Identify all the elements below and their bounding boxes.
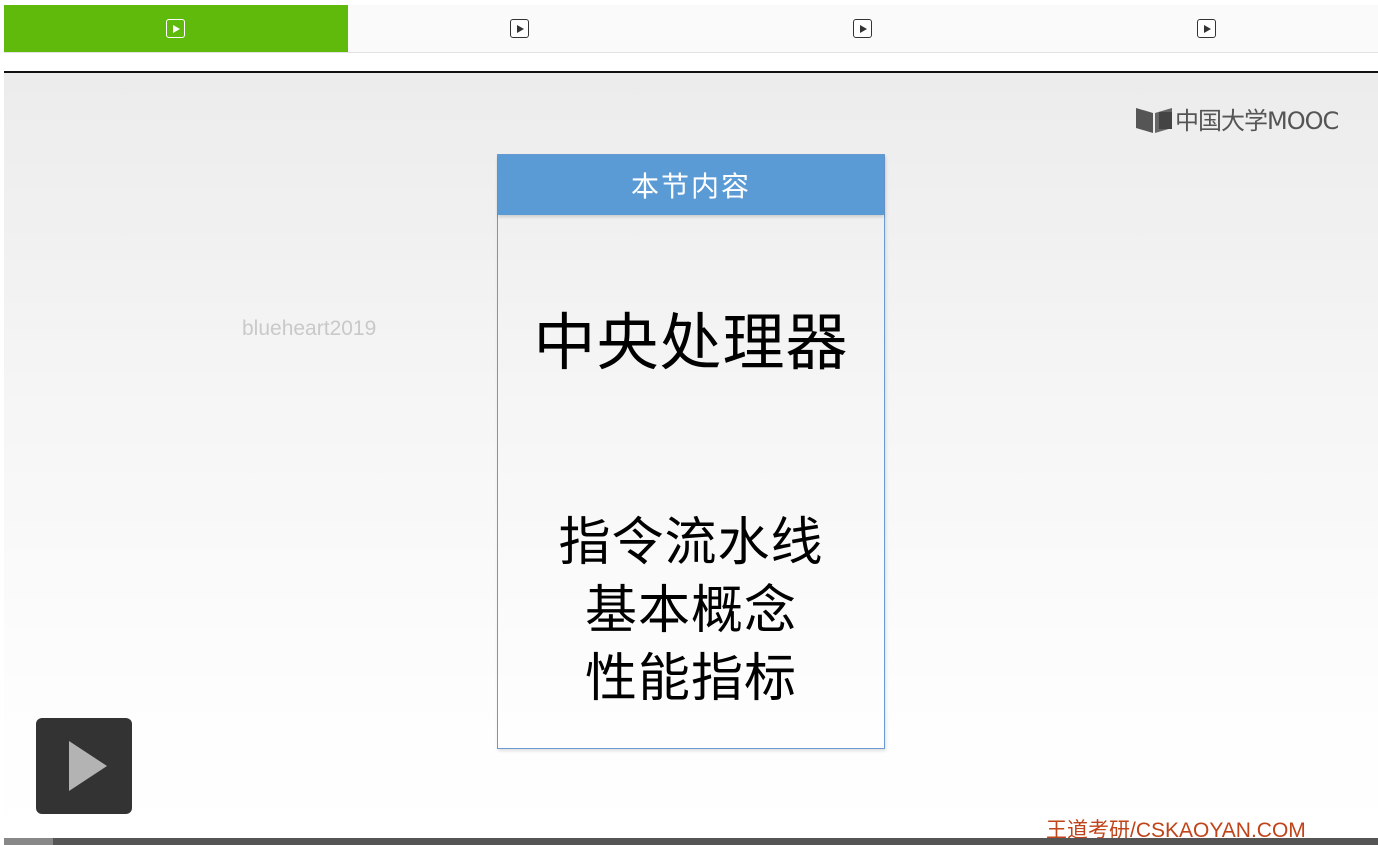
progress-bar[interactable] [4, 838, 1378, 845]
tab-video-2[interactable] [347, 5, 691, 52]
play-square-icon [1196, 19, 1216, 38]
mooc-logo: 中国大学MOOC [1135, 101, 1339, 136]
play-square-icon [853, 19, 873, 38]
play-square-icon [166, 19, 186, 38]
video-player[interactable]: 中国大学MOOC blueheart2019 本节内容 中央处理器 指令流水线 … [4, 73, 1378, 845]
logo-text: 中国大学MOOC [1175, 107, 1339, 135]
uploader-watermark: blueheart2019 [242, 317, 377, 340]
book-logo-icon [1136, 107, 1172, 133]
card-title: 中央处理器 [533, 306, 849, 379]
topic-line: 指令流水线 [558, 513, 824, 573]
section-tab-bar [4, 5, 1378, 53]
play-icon [69, 741, 107, 791]
card-topic-list: 指令流水线 基本概念 性能指标 [498, 509, 884, 713]
tab-video-3[interactable] [691, 5, 1035, 52]
topic-line: 性能指标 [584, 649, 797, 709]
play-square-icon [509, 19, 529, 38]
slide-content-card: 本节内容 中央处理器 指令流水线 基本概念 性能指标 [497, 154, 885, 749]
play-button[interactable] [36, 718, 132, 814]
card-header: 本节内容 [498, 155, 884, 215]
tab-video-4[interactable] [1034, 5, 1378, 52]
progress-fill [4, 838, 54, 845]
topic-line: 基本概念 [584, 581, 797, 641]
tab-video-1[interactable] [4, 5, 348, 52]
